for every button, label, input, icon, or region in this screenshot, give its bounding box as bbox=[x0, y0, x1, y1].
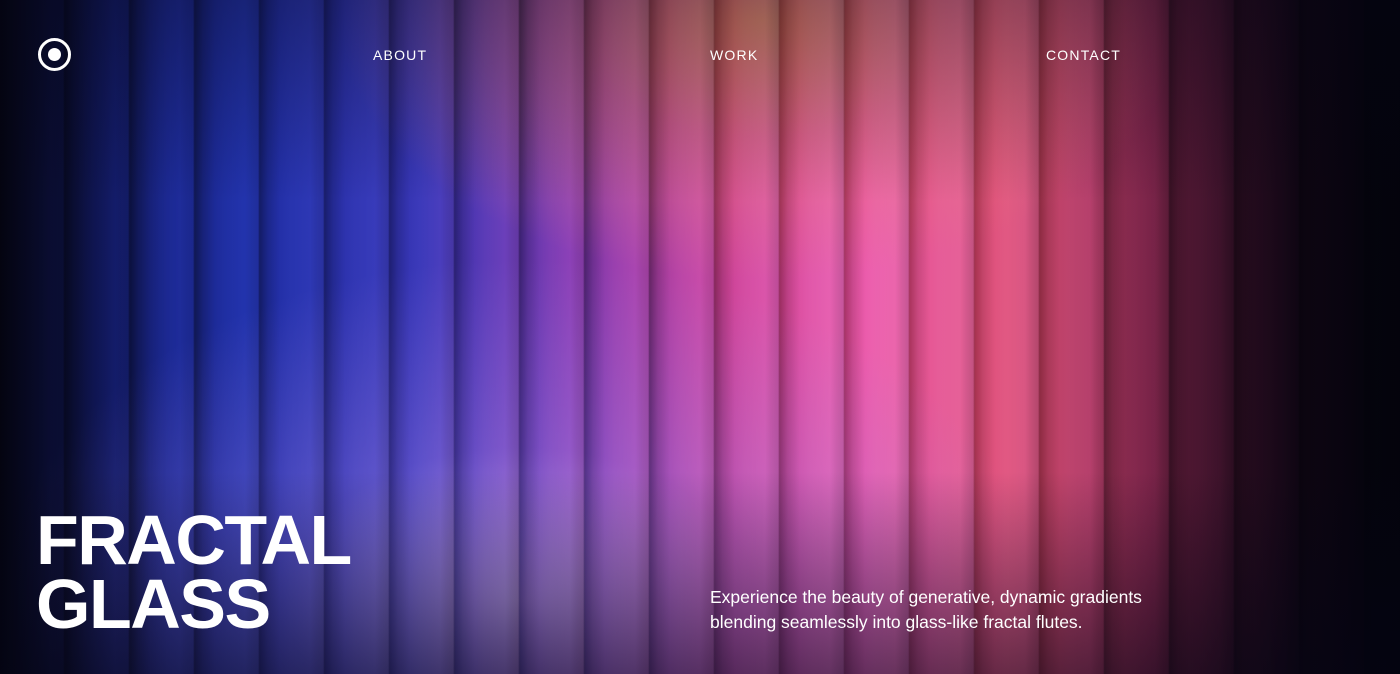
nav-contact-link[interactable]: CONTACT bbox=[1046, 47, 1121, 63]
hero-page: ABOUT WORK CONTACT FRACTAL GLASS Experie… bbox=[0, 0, 1400, 674]
nav-work-link[interactable]: WORK bbox=[710, 47, 758, 63]
nav-about-link[interactable]: ABOUT bbox=[373, 47, 427, 63]
hero-description-line-2: blending seamlessly into glass-like frac… bbox=[710, 612, 1083, 632]
hero-description-line-1: Experience the beauty of generative, dyn… bbox=[710, 587, 1142, 607]
hero-title-line-1: FRACTAL bbox=[36, 501, 352, 579]
logo-dot bbox=[48, 48, 61, 61]
hero-title-line-2: GLASS bbox=[36, 565, 271, 643]
hero-title: FRACTAL GLASS bbox=[36, 501, 352, 643]
logo-home-link[interactable] bbox=[38, 38, 71, 71]
hero-description: Experience the beauty of generative, dyn… bbox=[710, 585, 1190, 635]
